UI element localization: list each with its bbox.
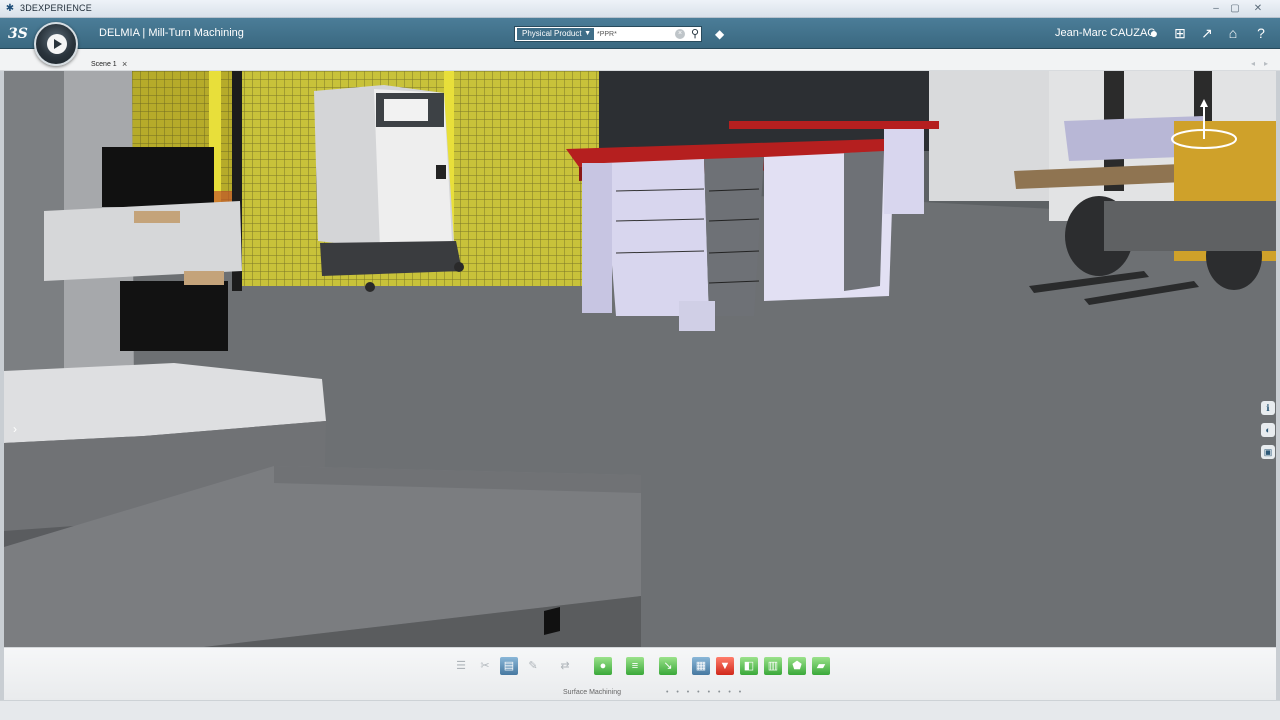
flag-icon[interactable]: ▼	[716, 657, 734, 675]
user-avatar-icon[interactable]: ●	[1144, 24, 1164, 43]
tab-scene[interactable]: Scene 1	[88, 59, 120, 70]
home-icon[interactable]: ⌂	[1223, 24, 1243, 43]
cube-icon[interactable]: ▤	[500, 657, 518, 675]
compass-button[interactable]	[34, 22, 78, 66]
window-title: 3DEXPERIENCE	[20, 3, 92, 13]
chevron-down-icon: ▼	[584, 30, 591, 37]
camera-icon[interactable]: ▣	[1261, 445, 1275, 459]
tab-scroll-right-icon[interactable]: ▸	[1264, 59, 1268, 68]
app-title: DELMIA | Mill-Turn Machining	[99, 27, 244, 39]
search-input[interactable]	[597, 28, 675, 40]
app-window: ✱ 3DEXPERIENCE – ▢ ✕ 3S DELMIA | Mill-Tu…	[0, 0, 1280, 720]
shield-icon[interactable]: ⬟	[788, 657, 806, 675]
bottom-strip	[0, 700, 1280, 720]
search-box: Physical Product ▼ × ⚲	[514, 26, 702, 42]
search-icon[interactable]: ⚲	[688, 27, 702, 41]
close-window-button[interactable]: ✕	[1249, 2, 1267, 15]
tab-scroll-left-icon[interactable]: ◂	[1251, 59, 1255, 68]
3ds-logo-icon[interactable]: 3S	[8, 24, 30, 44]
tag-icon[interactable]: ◆	[715, 26, 731, 42]
window-icon[interactable]: ▦	[692, 657, 710, 675]
clear-search-icon[interactable]: ×	[675, 29, 685, 39]
add-icon[interactable]: ⊞	[1170, 24, 1190, 43]
3d-scene	[4, 71, 1276, 647]
minimize-button[interactable]: –	[1207, 2, 1225, 15]
simulate-icon[interactable]: ●	[594, 657, 612, 675]
search-scope-label: Physical Product	[522, 29, 582, 38]
mill-icon[interactable]: ▥	[764, 657, 782, 675]
edit-icon[interactable]: ✎	[524, 657, 542, 675]
search-scope-dropdown[interactable]: Physical Product ▼	[517, 28, 594, 40]
info-icon[interactable]: ℹ	[1261, 401, 1275, 415]
user-name[interactable]: Jean-Marc CAUZAC	[1055, 27, 1155, 39]
play-icon	[47, 34, 67, 54]
app-logo-icon: ✱	[5, 3, 15, 14]
action-bar: ☰ ✂ ▤ ✎ ⇄ ● ≡ ↘ ▦ ▼ ◧ ▥ ⬟ ▰ Surface Mach…	[4, 647, 1276, 700]
section-pager[interactable]: • • • • • • • •	[666, 689, 744, 696]
view-mode-icon[interactable]: ◐	[1261, 423, 1275, 437]
3d-viewport[interactable]: › ℹ ◐ ▣ ⊹	[4, 71, 1276, 647]
operation-icon[interactable]: ◧	[740, 657, 758, 675]
tab-bar: Scene 1 × ◂ ▸	[0, 49, 1280, 71]
chevron-right-icon[interactable]: ›	[8, 421, 22, 437]
help-icon[interactable]: ?	[1251, 24, 1271, 43]
app-header: 3S DELMIA | Mill-Turn Machining Physical…	[0, 18, 1280, 66]
control-cabinet	[314, 85, 464, 292]
tool-icon[interactable]: ✂	[476, 657, 494, 675]
maximize-button[interactable]: ▢	[1226, 2, 1244, 15]
list-icon[interactable]: ☰	[452, 657, 470, 675]
mirror-icon[interactable]: ⇄	[556, 657, 574, 675]
surface-icon[interactable]: ▰	[812, 657, 830, 675]
os-title-bar: ✱ 3DEXPERIENCE – ▢ ✕	[0, 0, 1280, 18]
layers-icon[interactable]: ≡	[626, 657, 644, 675]
section-label: Surface Machining	[563, 689, 621, 696]
close-tab-icon[interactable]: ×	[122, 59, 127, 70]
share-icon[interactable]: ↗	[1197, 24, 1217, 43]
path-icon[interactable]: ↘	[659, 657, 677, 675]
